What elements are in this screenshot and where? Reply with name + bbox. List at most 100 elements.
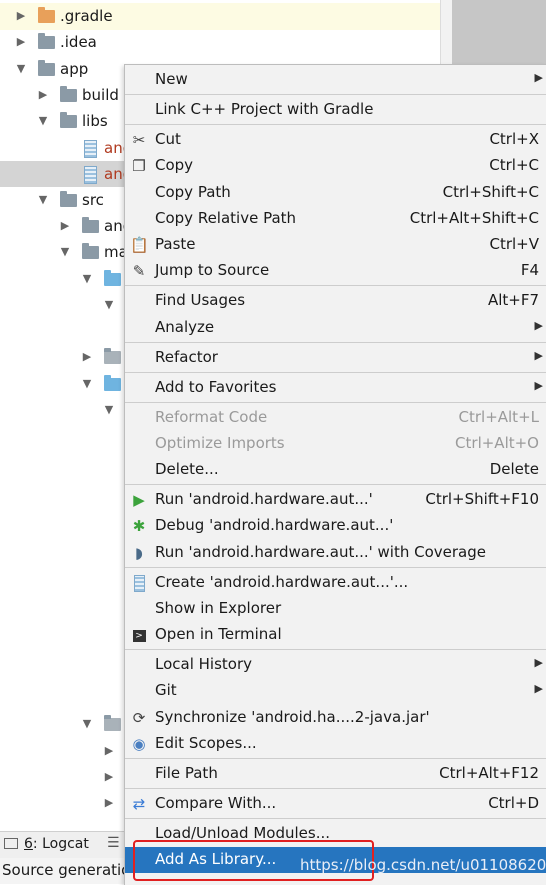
menu-item-link-cpp[interactable]: Link C++ Project with Gradle — [125, 97, 546, 123]
tree-row-hidden[interactable]: ▼ — [0, 266, 124, 292]
menu-item-label: Compare With... — [155, 794, 277, 812]
menu-separator — [125, 94, 546, 95]
folder-icon — [60, 191, 77, 207]
folder-icon — [82, 217, 99, 233]
menu-item-label: Debug 'android.hardware.aut...' — [155, 516, 394, 534]
tree-row-hidden[interactable]: ▶ — [0, 790, 124, 816]
logcat-tab[interactable]: 6: Logcat — [4, 836, 89, 852]
menu-item-label: Analyze — [155, 318, 215, 336]
collapse-arrow-icon[interactable]: ▼ — [80, 266, 94, 292]
menu-item-label: Copy Relative Path — [155, 209, 297, 227]
tree-row-build[interactable]: ▶ build — [0, 82, 124, 108]
expand-arrow-icon[interactable]: ▶ — [36, 82, 50, 108]
menu-item-label: Show in Explorer — [155, 599, 282, 617]
menu-item-delete[interactable]: Delete... Delete — [125, 457, 546, 483]
collapse-arrow-icon[interactable]: ▼ — [80, 711, 94, 737]
expand-arrow-icon[interactable]: ▶ — [14, 29, 28, 55]
tree-row-libs[interactable]: ▼ libs — [0, 108, 124, 134]
menu-item-add-to-favorites[interactable]: Add to Favorites ▶ — [125, 375, 546, 401]
tree-row-hidden[interactable]: ▼ — [0, 292, 124, 318]
tree-label: .idea — [60, 33, 97, 51]
menu-item-create-config[interactable]: Create 'android.hardware.aut...'... — [125, 570, 546, 596]
expand-arrow-icon[interactable]: ▶ — [14, 3, 28, 29]
tree-row-jar-2[interactable]: and — [0, 161, 132, 187]
tree-row-hidden[interactable]: ▶ — [0, 764, 124, 790]
menu-item-file-path[interactable]: File Path Ctrl+Alt+F12 — [125, 761, 546, 787]
menu-item-new[interactable]: New ▶ — [125, 67, 546, 93]
expand-arrow-icon[interactable]: ▶ — [58, 213, 72, 239]
menu-item-refactor[interactable]: Refactor ▶ — [125, 345, 546, 371]
collapse-arrow-icon[interactable]: ▼ — [36, 187, 50, 213]
collapse-arrow-icon[interactable]: ▼ — [102, 397, 116, 423]
sync-icon: ⟳ — [132, 709, 146, 727]
menu-item-copy-relative-path[interactable]: Copy Relative Path Ctrl+Alt+Shift+C — [125, 206, 546, 232]
folder-icon — [38, 33, 55, 49]
menu-item-open-in-terminal[interactable]: > Open in Terminal — [125, 622, 546, 648]
menu-separator — [125, 124, 546, 125]
menu-item-shortcut: Ctrl+X — [489, 130, 539, 148]
menu-item-label: New — [155, 70, 188, 88]
collapse-arrow-icon[interactable]: ▼ — [58, 239, 72, 265]
expand-arrow-icon[interactable]: ▶ — [102, 738, 116, 764]
jar-file-icon — [84, 166, 97, 184]
tree-row-hidden[interactable]: ▶ — [0, 738, 124, 764]
coverage-icon: ◗ — [135, 544, 143, 562]
menu-item-label: Copy — [155, 156, 194, 174]
tree-row-hidden[interactable]: ▼ — [0, 397, 124, 423]
menu-item-find-usages[interactable]: Find Usages Alt+F7 — [125, 288, 546, 314]
collapse-arrow-icon[interactable]: ▼ — [14, 56, 28, 82]
list-icon[interactable]: ☰ — [107, 835, 120, 851]
collapse-arrow-icon[interactable]: ▼ — [36, 108, 50, 134]
status-bar: Source generatio — [0, 858, 130, 884]
tree-row-src[interactable]: ▼ src — [0, 187, 124, 213]
folder-icon — [60, 112, 77, 128]
folder-icon — [60, 86, 77, 102]
menu-separator — [125, 818, 546, 819]
tree-row-idea[interactable]: ▶ .idea — [0, 29, 440, 55]
menu-item-label: Cut — [155, 130, 181, 148]
tree-row-hidden[interactable]: ▶ — [0, 344, 124, 370]
copy-icon: ❐ — [132, 157, 146, 175]
tree-row-hidden[interactable]: ▼ — [0, 711, 124, 737]
menu-separator — [125, 342, 546, 343]
menu-item-optimize-imports[interactable]: Optimize Imports Ctrl+Alt+O — [125, 431, 546, 457]
menu-item-edit-scopes[interactable]: ◉ Edit Scopes... — [125, 731, 546, 757]
menu-item-copy-path[interactable]: Copy Path Ctrl+Shift+C — [125, 180, 546, 206]
tree-label: libs — [82, 112, 108, 130]
menu-separator — [125, 285, 546, 286]
menu-item-analyze[interactable]: Analyze ▶ — [125, 315, 546, 341]
menu-item-copy[interactable]: ❐ Copy Ctrl+C — [125, 153, 546, 179]
menu-item-debug[interactable]: ✱ Debug 'android.hardware.aut...' — [125, 513, 546, 539]
package-icon — [104, 715, 121, 731]
terminal-icon: > — [130, 626, 148, 644]
menu-item-jump-to-source[interactable]: ✎ Jump to Source F4 — [125, 258, 546, 284]
menu-item-run-with-coverage[interactable]: ◗ Run 'android.hardware.aut...' with Cov… — [125, 540, 546, 566]
expand-arrow-icon[interactable]: ▶ — [80, 344, 94, 370]
menu-item-label: Delete... — [155, 460, 219, 478]
menu-item-label: Edit Scopes... — [155, 734, 257, 752]
tree-row-and[interactable]: ▶ and — [0, 213, 132, 239]
tree-row-hidden[interactable]: ▼ — [0, 371, 124, 397]
collapse-arrow-icon[interactable]: ▼ — [102, 292, 116, 318]
collapse-arrow-icon[interactable]: ▼ — [80, 371, 94, 397]
menu-item-run[interactable]: ▶ Run 'android.hardware.aut...' Ctrl+Shi… — [125, 487, 546, 513]
menu-item-cut[interactable]: ✂ Cut Ctrl+X — [125, 127, 546, 153]
jar-file-icon — [130, 574, 148, 592]
menu-item-shortcut: Delete — [489, 460, 539, 478]
pencil-icon: ✎ — [132, 262, 146, 280]
expand-arrow-icon[interactable]: ▶ — [102, 790, 116, 816]
menu-item-paste[interactable]: 📋 Paste Ctrl+V — [125, 232, 546, 258]
tree-row-main[interactable]: ▼ ma — [0, 239, 128, 265]
tree-row-gradle[interactable]: ▶ .gradle — [0, 3, 440, 29]
menu-item-git[interactable]: Git ▶ — [125, 678, 546, 704]
menu-item-synchronize[interactable]: ⟳ Synchronize 'android.ha....2-java.jar' — [125, 705, 546, 731]
expand-arrow-icon[interactable]: ▶ — [102, 764, 116, 790]
menu-item-compare-with[interactable]: ⇄ Compare With... Ctrl+D — [125, 791, 546, 817]
menu-item-reformat-code[interactable]: Reformat Code Ctrl+Alt+L — [125, 405, 546, 431]
submenu-arrow-icon: ▶ — [534, 349, 543, 362]
menu-item-show-in-explorer[interactable]: Show in Explorer — [125, 596, 546, 622]
context-menu: New ▶ Link C++ Project with Gradle ✂ Cut… — [124, 64, 546, 885]
run-icon: ▶ — [133, 491, 145, 509]
tree-row-jar-1[interactable]: and — [0, 135, 132, 161]
menu-item-local-history[interactable]: Local History ▶ — [125, 652, 546, 678]
